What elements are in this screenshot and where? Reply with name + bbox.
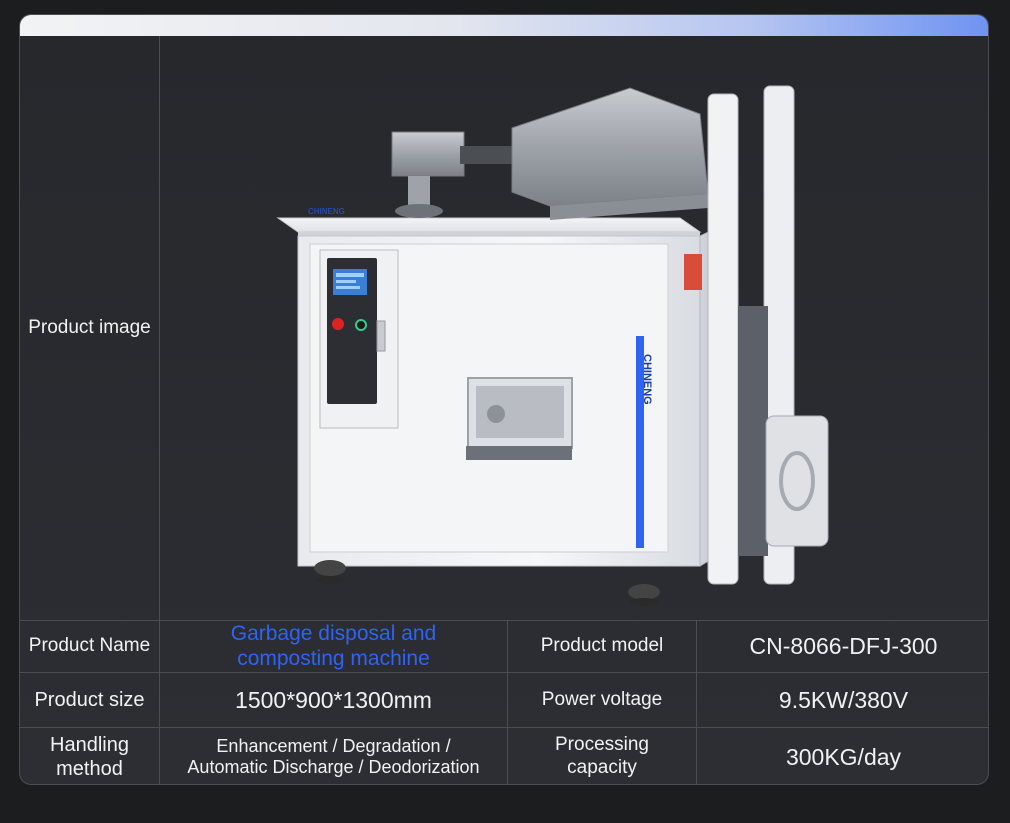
product-image: CHINENG CHINENG <box>160 36 988 620</box>
power-voltage-label: Power voltage <box>541 688 663 710</box>
warning-tag <box>684 254 702 290</box>
handling-method-value-1: Enhancement / Degradation / <box>216 736 451 757</box>
handling-method-line-2: method <box>56 758 123 780</box>
handling-method-value: Enhancement / Degradation / Automatic Di… <box>160 728 507 784</box>
handling-method-value-2: Automatic Discharge / Deodorization <box>187 757 480 777</box>
product-size-label: Product size <box>34 689 145 711</box>
machine-brand: CHINENG <box>308 207 345 216</box>
machine-illustration: CHINENG CHINENG <box>276 85 829 606</box>
product-name-line-1: Garbage disposal and <box>230 622 437 646</box>
product-name-value: Garbage disposal and composting machine <box>160 621 507 672</box>
handling-method-line-1: Handling <box>50 734 129 756</box>
hopper <box>511 87 709 207</box>
processing-capacity-line-2: capacity <box>567 757 637 778</box>
product-model-label: Product model <box>540 635 664 657</box>
spec-card: Product image CHINENG CHINENG Product Na… <box>19 14 989 785</box>
machine-top <box>276 217 702 233</box>
product-name-line-2: composting machine <box>237 646 430 670</box>
product-model-value: CN-8066-DFJ-300 <box>749 633 938 660</box>
header-gradient-bar <box>20 15 988 36</box>
product-name-label: Product Name <box>28 635 151 657</box>
processing-capacity-value: 300KG/day <box>785 743 902 770</box>
processing-capacity-label: Processing capacity <box>508 728 696 784</box>
start-button-icon <box>355 319 367 331</box>
power-voltage-value: 9.5KW/380V <box>778 686 909 713</box>
handling-method-label: Handling method <box>20 728 159 784</box>
product-size-value: 1500*900*1300mm <box>235 686 432 713</box>
lift-bin <box>765 415 829 547</box>
processing-capacity-line-1: Processing <box>555 734 649 756</box>
stop-button-icon <box>332 318 344 330</box>
product-image-label: Product image <box>28 316 151 338</box>
side-brand: CHINENG <box>641 354 653 405</box>
